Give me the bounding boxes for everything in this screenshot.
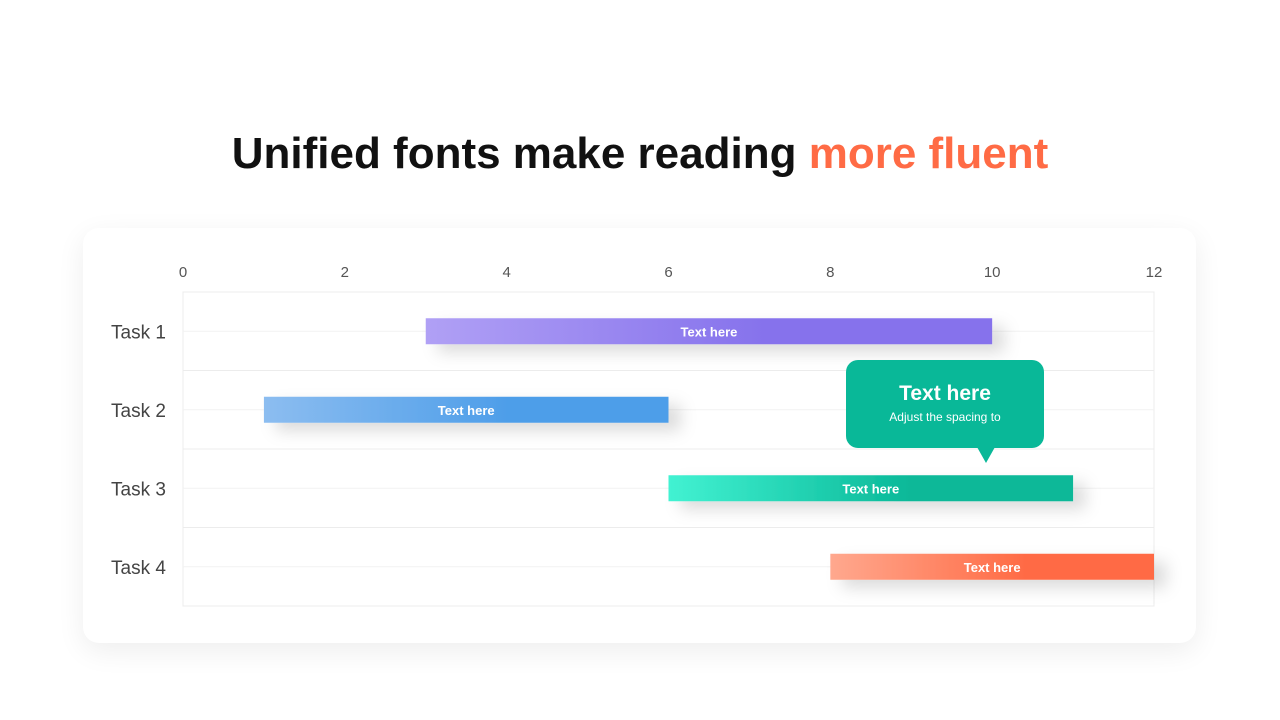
x-tick-label: 6: [664, 264, 672, 281]
callout-bubble: Text here Adjust the spacing to: [846, 360, 1044, 463]
task-label: Task 1: [111, 322, 166, 343]
bar-label: Text here: [681, 324, 738, 339]
x-tick-label: 12: [1146, 264, 1163, 281]
x-tick-label: 4: [502, 264, 510, 281]
bar-label: Text here: [842, 481, 899, 496]
gantt-chart: 0 2 4 6 8 10 12 Task 1 Task 2 Task 3 Task 4 Text he…: [111, 264, 1163, 607]
task-label: Task 3: [111, 479, 166, 500]
x-tick-label: 0: [179, 264, 187, 281]
bar-label: Text here: [438, 403, 495, 418]
x-tick-label: 10: [984, 264, 1001, 281]
bar-label: Text here: [964, 560, 1021, 575]
x-tick-label: 2: [341, 264, 349, 281]
callout-title: Text here: [899, 382, 991, 405]
slide: Unified fonts make reading more fluent 0…: [0, 0, 1280, 720]
task-label: Task 4: [111, 558, 166, 579]
callout-text: Adjust the spacing to: [889, 410, 1001, 424]
task-label: Task 2: [111, 401, 166, 422]
x-tick-label: 8: [826, 264, 834, 281]
